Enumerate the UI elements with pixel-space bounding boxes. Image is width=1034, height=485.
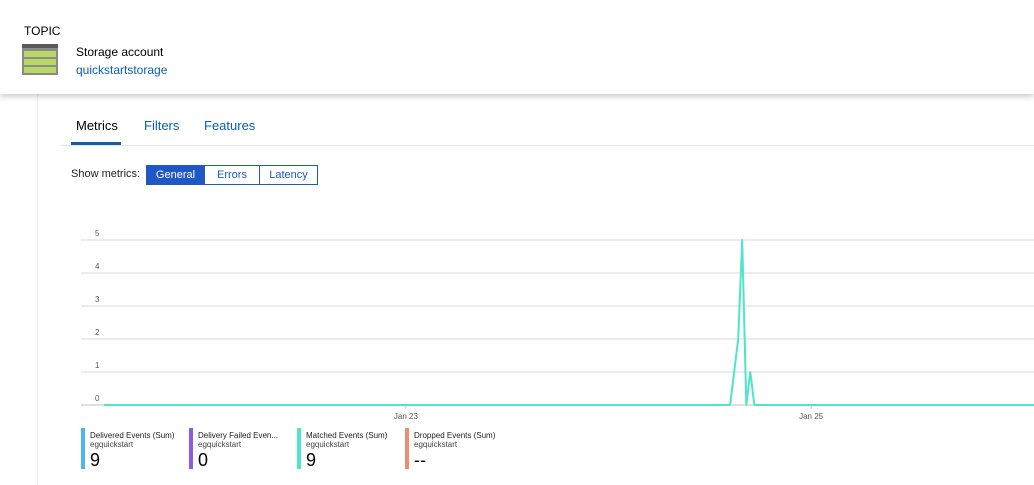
resource-type: Storage account [76,45,164,59]
legend-name: Matched Events (Sum) [306,431,388,440]
legend-resource: egquickstart [198,440,242,449]
matched-events-series-line [104,239,1034,406]
resource-name-link[interactable]: quickstartstorage [76,63,167,77]
legend-value: -- [414,450,426,470]
y-tick-label: 1 [95,361,100,370]
resource-header: TOPIC Storage account quickstartstorage [0,0,1034,94]
storage-account-icon [22,44,58,75]
legend-color-bar [189,428,193,469]
legend-name: Delivered Events (Sum) [90,431,175,440]
legend-item-delivered[interactable]: Delivered Events (Sum) egquickstart 9 [81,428,181,470]
legend-color-bar [405,428,409,469]
legend-name: Delivery Failed Even... [198,431,279,440]
y-tick-label: 5 [95,229,100,238]
legend-value: 9 [90,450,101,470]
x-tick-label: Jan 23 [394,412,419,421]
y-tick-label: 4 [95,262,100,271]
legend-item-dropped[interactable]: Dropped Events (Sum) egquickstart -- [405,428,505,470]
legend-name: Dropped Events (Sum) [414,431,496,440]
legend-item-matched[interactable]: Matched Events (Sum) egquickstart 9 [297,428,397,470]
legend-value: 9 [306,450,317,470]
y-tick-label: 3 [95,295,100,304]
x-tick-label: Jan 25 [799,412,824,421]
legend-resource: egquickstart [90,440,134,449]
legend-color-bar [297,428,301,469]
topic-label: TOPIC [24,24,61,38]
legend-resource: egquickstart [414,440,458,449]
legend-value: 0 [198,450,209,470]
legend-resource: egquickstart [306,440,350,449]
y-tick-label: 2 [95,328,100,337]
y-tick-label: 0 [95,394,100,403]
legend-color-bar [81,428,85,469]
legend-item-delivery-failed[interactable]: Delivery Failed Even... egquickstart 0 [189,428,289,470]
